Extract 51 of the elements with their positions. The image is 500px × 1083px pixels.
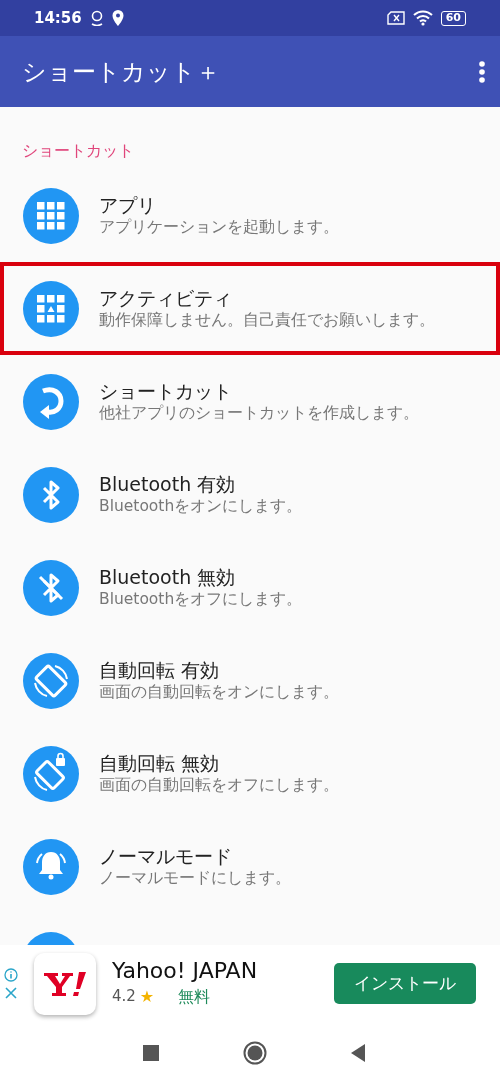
status-time: 14:56 — [34, 7, 82, 29]
grid-warning-icon — [23, 280, 79, 337]
back-button-icon[interactable] — [351, 1043, 365, 1062]
section-header: ショートカット — [22, 141, 134, 160]
location-pin-outline-icon — [89, 10, 104, 26]
item-subtitle: 他社アプリのショートカットを作成します。 — [99, 403, 419, 424]
star-icon: ★ — [139, 984, 155, 1009]
item-subtitle: 画面の自動回転をオフにします。 — [99, 775, 339, 796]
item-subtitle: 画面の自動回転をオンにします。 — [99, 682, 339, 703]
list-item[interactable]: Bluetooth 無効 Bluetoothをオフにします。 — [0, 541, 500, 634]
recents-button-icon[interactable] — [143, 1044, 159, 1061]
battery-level: 60 — [445, 9, 461, 26]
item-title: アクティビティ — [99, 286, 233, 311]
bell-icon — [23, 838, 79, 895]
list-item[interactable]: アプリ アプリケーションを起動します。 — [0, 169, 500, 262]
app-logo-icon — [34, 952, 96, 1015]
item-subtitle: アプリケーションを起動します。 — [99, 217, 339, 238]
item-subtitle: Bluetoothをオフにします。 — [99, 589, 303, 610]
list-item[interactable]: 自動回転 無効 画面の自動回転をオフにします。 — [0, 727, 500, 820]
item-title: Bluetooth 無効 — [99, 565, 237, 590]
wifi-icon — [412, 10, 433, 26]
grid-icon — [23, 187, 79, 244]
item-title: ノーマルモード — [99, 844, 233, 869]
list-item[interactable]: 自動回転 有効 画面の自動回転をオンにします。 — [0, 634, 500, 727]
list-item[interactable]: ショートカット 他社アプリのショートカットを作成します。 — [0, 355, 500, 448]
item-title: 自動回転 無効 — [99, 751, 221, 776]
location-pin-icon — [111, 10, 124, 26]
item-title: 自動回転 有効 — [99, 658, 221, 683]
list-item[interactable]: ノーマルモード ノーマルモードにします。 — [0, 820, 500, 913]
item-subtitle: ノーマルモードにします。 — [99, 868, 291, 889]
screen-rotation-icon — [23, 652, 79, 709]
more-options-icon[interactable] — [478, 59, 486, 84]
list-item[interactable]: Bluetooth 有効 Bluetoothをオンにします。 — [0, 448, 500, 541]
item-subtitle: 動作保障しません。自己責任でお願いします。 — [99, 310, 435, 331]
price-label: 無料 — [178, 985, 211, 1008]
install-button[interactable]: インストール — [334, 962, 476, 1005]
rating-value: 4.2 — [112, 986, 136, 1008]
item-subtitle: Bluetoothをオンにします。 — [99, 496, 303, 517]
bluetooth-icon — [23, 466, 79, 523]
close-icon[interactable] — [4, 985, 18, 1000]
bluetooth-off-icon — [23, 559, 79, 616]
item-title: ショートカット — [99, 379, 233, 404]
info-icon[interactable] — [4, 967, 18, 982]
item-title: Bluetooth 有効 — [99, 472, 237, 497]
home-button-icon[interactable] — [243, 1040, 267, 1065]
screen-rotation-lock-icon — [23, 745, 79, 802]
item-title: アプリ — [99, 193, 157, 218]
list-item[interactable]: アクティビティ 動作保障しません。自己責任でお願いします。 — [0, 262, 500, 355]
ad-app-name: Yahoo! JAPAN — [112, 958, 259, 985]
sim-off-icon — [386, 11, 405, 25]
app-title: ショートカット＋ — [22, 56, 220, 88]
